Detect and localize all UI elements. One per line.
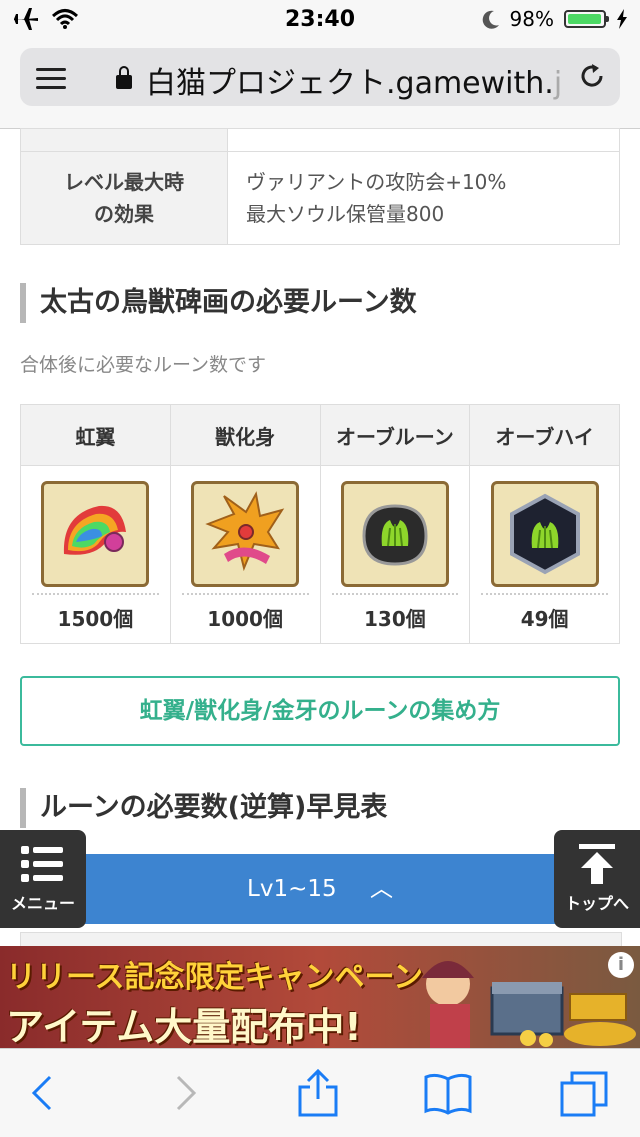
charging-icon bbox=[617, 9, 627, 29]
list-icon bbox=[21, 846, 63, 882]
level-range-label: Lv1~15 bbox=[247, 876, 337, 902]
orb-high-rune-icon[interactable] bbox=[490, 481, 599, 587]
battery-fill bbox=[568, 14, 602, 24]
rune-count-row: 1500個 1000個 130個 49個 bbox=[20, 465, 620, 644]
menu-label: メニュー bbox=[10, 894, 75, 913]
url-text[interactable]: 白猫プロジェクト.gamewith.j bbox=[146, 58, 586, 102]
reader-list-icon[interactable] bbox=[36, 68, 66, 95]
back-to-top-button[interactable]: トップへ bbox=[554, 830, 640, 928]
section-heading-reverse-calc: ルーンの必要数(逆算)早見表 bbox=[20, 788, 387, 828]
tabs-icon[interactable] bbox=[560, 1069, 608, 1117]
level-range-toggle[interactable]: Lv1~15 ︿ bbox=[20, 854, 620, 924]
rune-count: 49個 bbox=[481, 593, 608, 632]
orb-rune-icon[interactable] bbox=[340, 481, 449, 587]
rune-count: 1000個 bbox=[181, 593, 309, 632]
status-right: 98% bbox=[482, 7, 628, 31]
rune-header-row: 虹翼 獣化身 オーブルーン オーブハイ bbox=[20, 404, 620, 466]
rune-cell: 1500個 bbox=[20, 465, 171, 644]
rune-table: 虹翼 獣化身 オーブルーン オーブハイ 1500個 1000個 130個 49個 bbox=[20, 404, 620, 644]
rune-guide-button[interactable]: 虹翼/獣化身/金牙のルーンの集め方 bbox=[20, 676, 620, 746]
menu-button[interactable]: メニュー bbox=[0, 830, 86, 928]
lock-icon bbox=[116, 66, 132, 89]
rune-cell: 49個 bbox=[469, 465, 620, 644]
section-note: 合体後に必要なルーン数です bbox=[20, 354, 267, 376]
section-heading-required-runes: 太古の鳥獣碑画の必要ルーン数 bbox=[20, 283, 417, 323]
chevron-up-icon: ︿ bbox=[369, 876, 393, 902]
table-cell bbox=[20, 128, 228, 152]
rune-count: 130個 bbox=[331, 593, 459, 632]
table-cell bbox=[227, 128, 620, 152]
back-icon[interactable] bbox=[20, 1069, 68, 1117]
battery-icon bbox=[564, 10, 609, 28]
treasure-illustration bbox=[422, 961, 636, 1048]
top-label: トップへ bbox=[564, 894, 629, 913]
forward-icon[interactable] bbox=[160, 1069, 208, 1117]
rune-header: 獣化身 bbox=[169, 404, 321, 466]
moon-icon bbox=[482, 10, 499, 29]
rune-count: 1500個 bbox=[32, 593, 159, 632]
rune-cell: 130個 bbox=[319, 465, 471, 644]
ad-info-icon[interactable]: i bbox=[608, 952, 634, 978]
rune-header: オーブルーン bbox=[319, 404, 471, 466]
rune-cell: 1000個 bbox=[169, 465, 321, 644]
status-bar: 23:40 98% bbox=[0, 0, 640, 40]
ad-banner[interactable]: リリース記念限定キャンペーン アイテム大量配布中! i bbox=[0, 946, 640, 1048]
beast-avatar-rune-icon[interactable] bbox=[191, 481, 300, 587]
effect-table: レベル最大時 の効果 ヴァリアントの攻防会+10% 最大ソウル保管量800 bbox=[20, 128, 620, 245]
share-icon[interactable] bbox=[294, 1069, 342, 1117]
ad-headline: リリース記念限定キャンペーン bbox=[6, 960, 423, 995]
bookmarks-icon[interactable] bbox=[424, 1069, 472, 1117]
browser-toolbar bbox=[0, 1048, 640, 1137]
ad-subheadline: アイテム大量配布中! bbox=[6, 1005, 362, 1048]
rainbow-wing-rune-icon[interactable] bbox=[41, 481, 150, 587]
battery-percent: 98% bbox=[509, 7, 554, 31]
rune-header: 虹翼 bbox=[20, 404, 171, 466]
rune-header: オーブハイ bbox=[469, 404, 620, 466]
arrow-up-icon bbox=[579, 844, 615, 884]
browser-address-area: 白猫プロジェクト.gamewith.j bbox=[0, 40, 640, 129]
reload-icon[interactable] bbox=[578, 62, 606, 90]
max-level-label: レベル最大時 の効果 bbox=[20, 151, 228, 245]
address-bar[interactable]: 白猫プロジェクト.gamewith.j bbox=[20, 48, 620, 106]
max-level-effect: ヴァリアントの攻防会+10% 最大ソウル保管量800 bbox=[227, 151, 620, 245]
